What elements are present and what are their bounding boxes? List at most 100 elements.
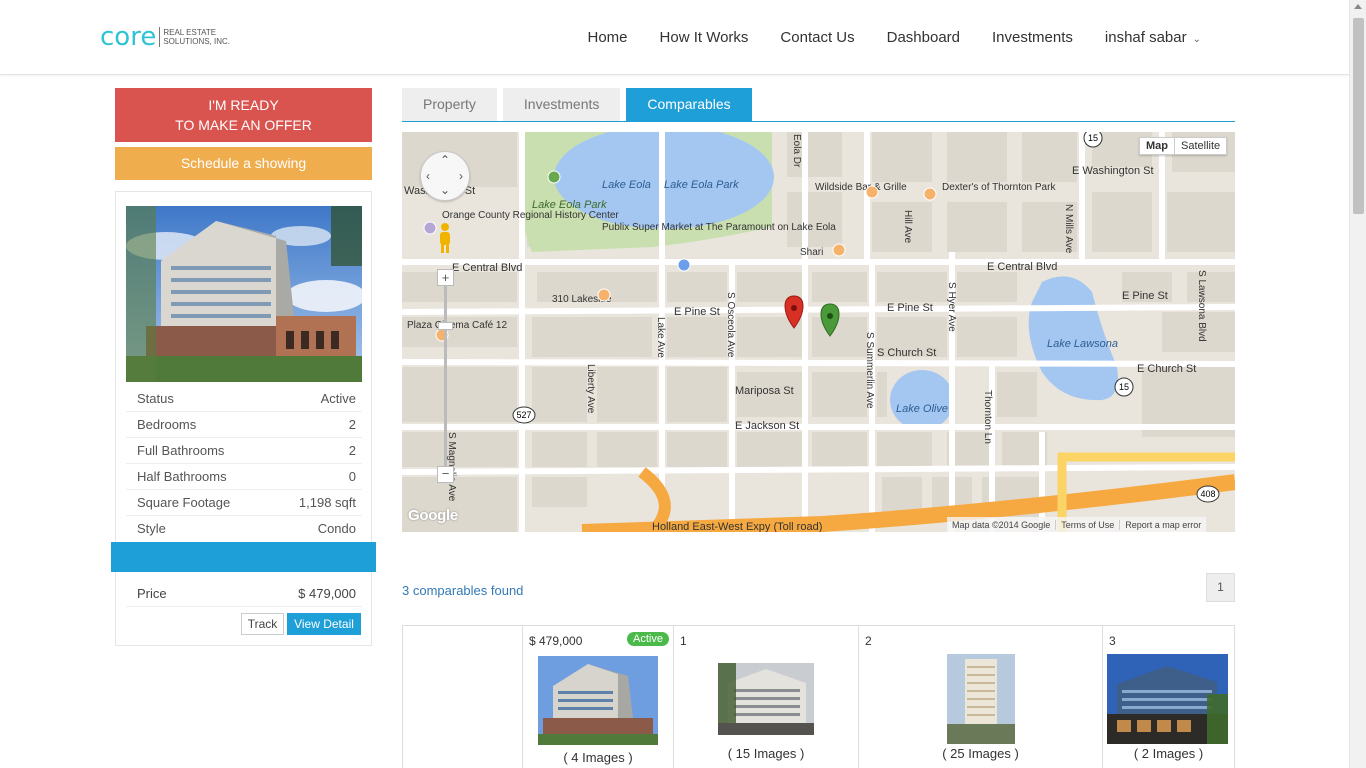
map-label-lake-olive: Lake Olive <box>896 403 948 415</box>
detail-label: Half Bathrooms <box>137 469 227 484</box>
map-label-wildside: Wildside Bar & Grille <box>815 182 907 193</box>
map-pan-control[interactable]: ⌃ ⌄ ‹ › <box>420 151 470 201</box>
comparable-number: 2 <box>865 634 872 648</box>
logo-wordmark: core <box>100 22 157 52</box>
pagination-page-1[interactable]: 1 <box>1206 573 1235 602</box>
page-scrollbar[interactable] <box>1349 0 1366 768</box>
pan-down-icon[interactable]: ⌄ <box>440 183 450 197</box>
comparable-photo[interactable] <box>1107 654 1228 744</box>
map-label-liberty: Liberty Ave <box>585 364 596 414</box>
detail-value: 2 <box>348 417 356 432</box>
zoom-slider-track[interactable] <box>444 270 447 480</box>
make-offer-line1: I'M READY <box>208 97 279 113</box>
map-label-e-pine: E Pine St <box>674 306 720 318</box>
map-label-publix: Publix Super Market at The Paramount on … <box>602 222 836 233</box>
map-label-shari: Shari <box>800 247 823 258</box>
comparables-row-header-column <box>403 626 523 768</box>
comparable-image-count[interactable]: ( 2 Images ) <box>1103 746 1234 761</box>
comparable-photo[interactable] <box>538 656 658 745</box>
schedule-showing-button[interactable]: Schedule a showing <box>115 147 372 180</box>
map-label-e-church: E Church St <box>1137 363 1196 375</box>
user-menu[interactable]: inshaf sabar ⌄ <box>1105 29 1201 46</box>
logo-divider <box>159 27 161 47</box>
detail-row-style: Style Condo <box>126 516 362 542</box>
make-offer-button[interactable]: I'M READY TO MAKE AN OFFER <box>115 88 372 142</box>
zoom-out-button[interactable]: − <box>437 466 454 483</box>
detail-row-square-footage: Square Footage 1,198 sqft <box>126 490 362 516</box>
scroll-up-arrow-icon[interactable] <box>1354 4 1362 9</box>
detail-value: 2 <box>348 443 356 458</box>
tab-property[interactable]: Property <box>402 88 497 121</box>
tab-comparables[interactable]: Comparables <box>626 88 752 121</box>
detail-value: 1,198 sqft <box>298 495 356 510</box>
detail-row-bedrooms: Bedrooms 2 <box>126 412 362 438</box>
property-summary-card: Status Active Bedrooms 2 Full Bathrooms 2 H… <box>115 191 372 646</box>
pan-up-icon[interactable]: ⌃ <box>440 153 450 167</box>
map-label-holland-expy: Holland East-West Expy (Toll road) <box>652 521 822 532</box>
map-attribution: Map data ©2014 Google Terms of Use Repor… <box>947 517 1207 532</box>
route-15-shield: 15 <box>1088 133 1098 143</box>
pan-left-icon[interactable]: ‹ <box>426 169 430 183</box>
nav-investments[interactable]: Investments <box>992 29 1073 46</box>
map-type-map-button[interactable]: Map <box>1140 138 1175 154</box>
property-photo[interactable] <box>126 206 362 382</box>
map-label-lake-ave: Lake Ave <box>655 317 666 358</box>
map-label-e-pine-2: E Pine St <box>887 302 933 314</box>
logo-tagline: REAL ESTATE SOLUTIONS, INC. <box>163 28 231 46</box>
pan-right-icon[interactable]: › <box>459 169 463 183</box>
detail-row-full-bathrooms: Full Bathrooms 2 <box>126 438 362 464</box>
comparable-photo[interactable] <box>718 663 814 735</box>
map-label-osceola: S Osceola Ave <box>725 292 736 358</box>
route-408-shield: 408 <box>1200 489 1215 499</box>
terms-of-use-link[interactable]: Terms of Use <box>1056 519 1121 530</box>
map-label-s-church: S Church St <box>877 347 936 359</box>
nav-how-it-works[interactable]: How It Works <box>660 29 749 46</box>
map-type-control: Map Satellite <box>1139 137 1228 155</box>
report-map-error-link[interactable]: Report a map error <box>1120 520 1206 530</box>
map-type-satellite-button[interactable]: Satellite <box>1175 138 1226 154</box>
comparable-image-count[interactable]: ( 25 Images ) <box>859 746 1102 761</box>
map-label-e-central: E Central Blvd <box>452 262 522 274</box>
detail-label: Full Bathrooms <box>137 443 225 458</box>
tab-investments[interactable]: Investments <box>502 88 621 121</box>
comparable-image-count[interactable]: ( 4 Images ) <box>523 750 673 765</box>
comparables-map[interactable]: Lake Eola Lake Eola Park Lake Eola Park … <box>402 132 1235 532</box>
comparable-number: 1 <box>680 634 687 648</box>
map-label-n-mills: N Mills Ave <box>1063 204 1074 254</box>
price-value: $ 479,000 <box>298 586 356 601</box>
street-view-pegman-icon[interactable] <box>438 222 452 254</box>
comparables-count: 3 comparables found <box>402 583 524 598</box>
map-label-e-pine-3: E Pine St <box>1122 290 1168 302</box>
map-label-s-lawsona: S Lawsona Blvd <box>1196 270 1207 342</box>
comparable-image-count[interactable]: ( 15 Images ) <box>674 746 858 761</box>
property-details-table: Status Active Bedrooms 2 Full Bathrooms 2 H… <box>126 386 362 542</box>
logo[interactable]: core REAL ESTATE SOLUTIONS, INC. <box>100 24 237 50</box>
track-button[interactable]: Track <box>241 613 284 635</box>
status-badge: Active <box>627 632 669 646</box>
make-offer-line2: TO MAKE AN OFFER <box>175 117 312 133</box>
route-527-shield: 527 <box>516 410 531 420</box>
map-label-summerlin: S Summerlin Ave <box>864 332 875 409</box>
view-detail-button[interactable]: View Detail <box>287 613 361 635</box>
comparable-column-1: 1 ( 15 Images ) <box>674 626 859 768</box>
detail-value: 0 <box>348 469 356 484</box>
comparable-column-subject: $ 479,000 Active ( 4 Images ) <box>523 626 674 768</box>
nav-home[interactable]: Home <box>588 29 628 46</box>
map-label-dexters: Dexter's of Thornton Park <box>942 182 1056 193</box>
zoom-slider-thumb[interactable] <box>438 322 453 330</box>
map-label-orange-county: Orange County Regional History Center <box>442 210 619 221</box>
detail-label: Bedrooms <box>137 417 197 432</box>
map-label-hill-ave: Hill Ave <box>902 210 913 244</box>
google-logo: Google <box>408 507 458 524</box>
map-label-e-washington: E Washington St <box>1072 165 1154 177</box>
nav-contact-us[interactable]: Contact Us <box>780 29 854 46</box>
comparable-photo[interactable] <box>947 654 1015 744</box>
property-tabs: Property Investments Comparables <box>402 88 1235 122</box>
site-header: core REAL ESTATE SOLUTIONS, INC. Home Ho… <box>0 0 1349 75</box>
comparable-number: 3 <box>1109 634 1116 648</box>
scroll-thumb[interactable] <box>1353 18 1364 214</box>
map-label-lake-eola-park: Lake Eola Park <box>664 179 739 191</box>
nav-dashboard[interactable]: Dashboard <box>887 29 960 46</box>
detail-row-status: Status Active <box>126 386 362 412</box>
zoom-in-button[interactable]: + <box>437 269 454 286</box>
